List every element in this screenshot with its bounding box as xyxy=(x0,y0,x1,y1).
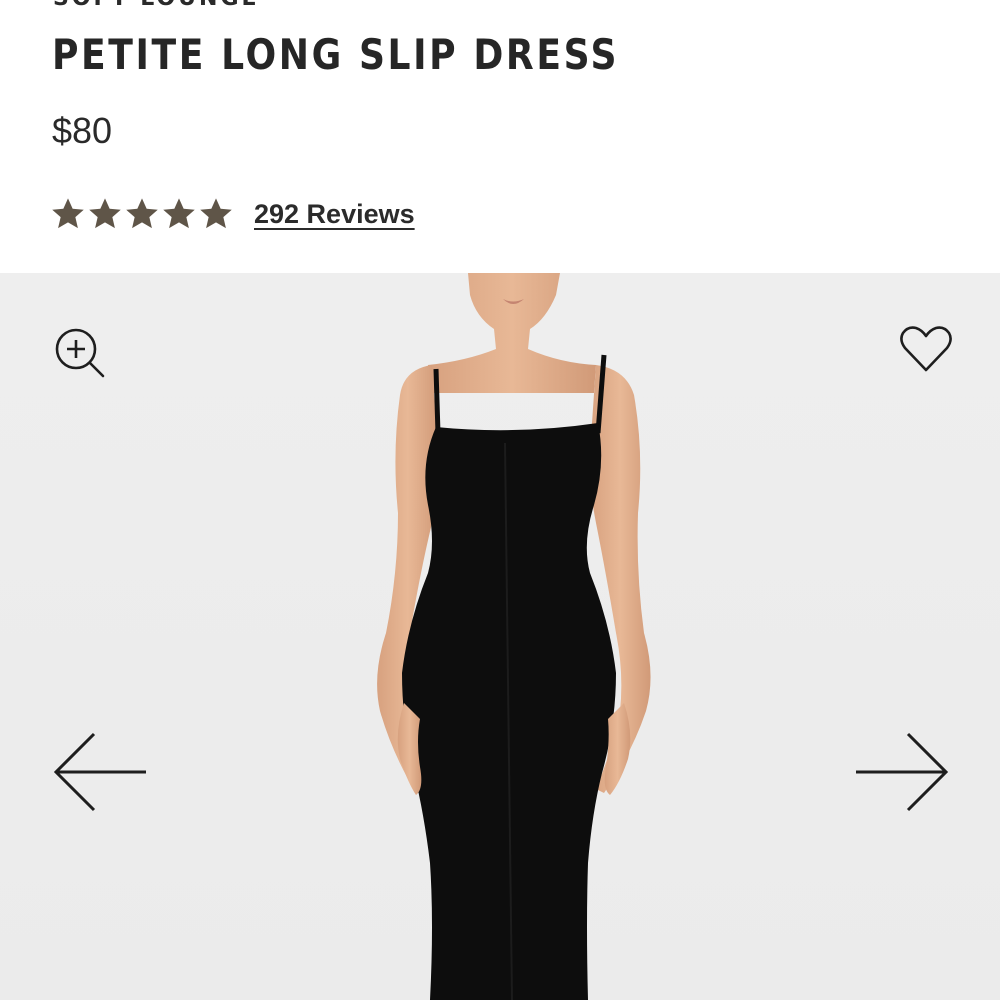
heart-icon xyxy=(900,326,952,372)
star-icon xyxy=(126,198,158,229)
star-icon xyxy=(52,198,84,229)
reviews-link[interactable]: 292 Reviews xyxy=(254,199,415,230)
product-page: SOFT LOUNGE PETITE LONG SLIP DRESS $80 2… xyxy=(0,0,1000,1000)
zoom-in-icon xyxy=(55,328,105,378)
star-icon xyxy=(89,198,121,229)
star-rating xyxy=(50,196,234,232)
product-title: PETITE LONG SLIP DRESS xyxy=(52,30,620,79)
product-image-gallery xyxy=(0,273,1000,1000)
brand-name[interactable]: SOFT LOUNGE xyxy=(53,0,260,11)
arrow-left-icon xyxy=(53,732,146,812)
star-icon xyxy=(200,198,232,229)
next-image-button[interactable] xyxy=(850,728,952,816)
rating-row: 292 Reviews xyxy=(50,194,415,234)
product-photo[interactable] xyxy=(0,273,1000,1000)
zoom-button[interactable] xyxy=(52,325,108,381)
previous-image-button[interactable] xyxy=(50,728,152,816)
favorite-button[interactable] xyxy=(898,323,954,375)
star-icon xyxy=(163,198,195,229)
arrow-right-icon xyxy=(856,732,949,812)
product-price: $80 xyxy=(52,110,113,151)
